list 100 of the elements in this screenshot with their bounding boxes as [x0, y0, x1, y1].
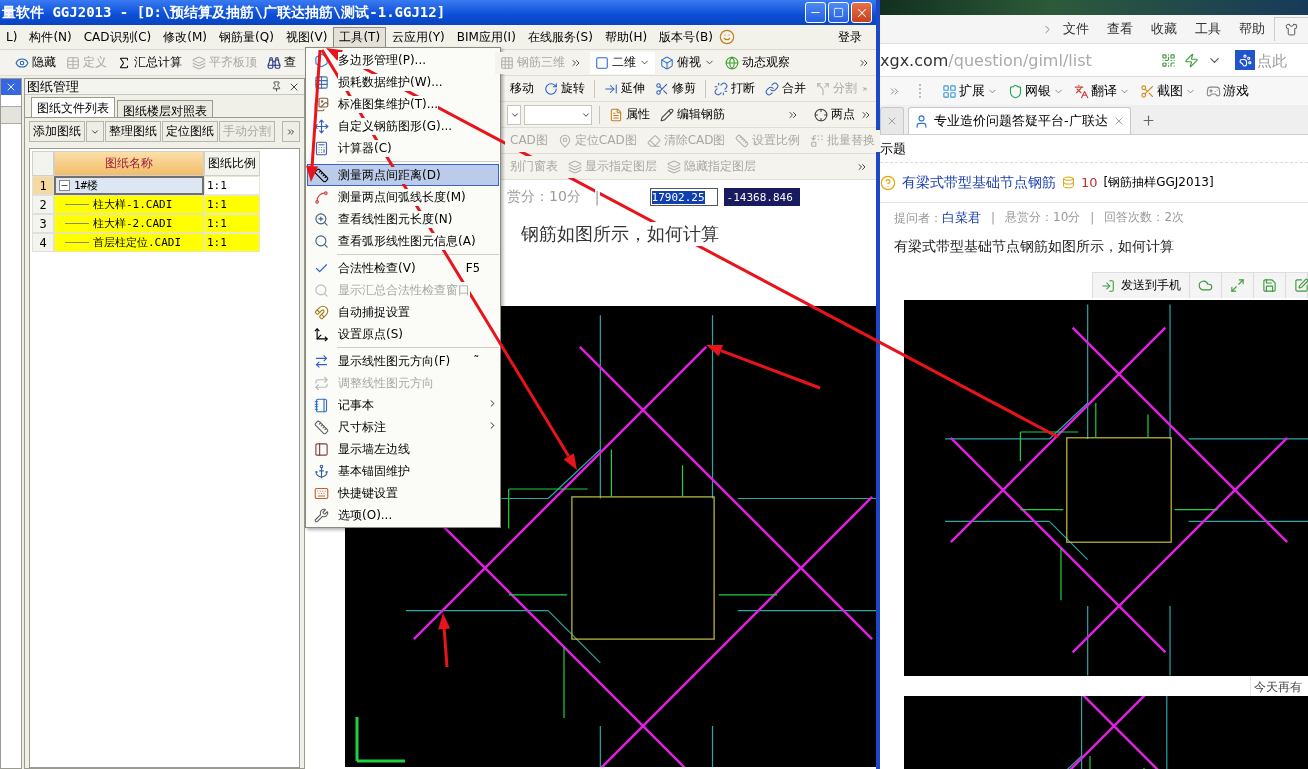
- menu-item[interactable]: 标准图集维护(T)...: [307, 93, 499, 115]
- y-coordinate-field[interactable]: -14368.846: [723, 188, 800, 206]
- broken-link-icon: [714, 81, 728, 96]
- menu-item[interactable]: 快捷键设置: [307, 482, 499, 504]
- menu-item[interactable]: 尺寸标注: [307, 416, 499, 438]
- menu-item[interactable]: 选项(O)...: [307, 504, 499, 526]
- lightning-icon: [1184, 52, 1199, 68]
- menu-item[interactable]: 查看: [1098, 20, 1142, 38]
- menu-item[interactable]: 计算器(C): [307, 137, 499, 159]
- dropdown-field[interactable]: [507, 104, 521, 125]
- close-icon: [886, 115, 898, 127]
- menu-item[interactable]: L): [0, 26, 24, 48]
- send-to-phone-button[interactable]: 发送到手机: [1093, 273, 1190, 298]
- eye-icon: [15, 55, 29, 70]
- document-icon: [609, 107, 623, 122]
- maximize-icon: [833, 7, 844, 18]
- menu-item[interactable]: 收藏: [1142, 20, 1186, 38]
- menu-item[interactable]: 视图(V): [279, 26, 334, 48]
- tree-row[interactable]: 首层柱定位.CADI: [54, 233, 204, 252]
- qr-code-icon: [1161, 52, 1176, 68]
- close-icon: [5, 81, 17, 93]
- menu-item[interactable]: 查看线性图元长度(N): [307, 208, 499, 230]
- collapse-toggle[interactable]: [59, 180, 70, 191]
- menu-item[interactable]: 工具(T): [333, 26, 387, 48]
- ruler-icon: [313, 419, 329, 435]
- menu-item[interactable]: 工具: [1186, 20, 1230, 38]
- magnifier-icon: [313, 233, 329, 249]
- layers-icon: [568, 159, 582, 174]
- column-header[interactable]: 图纸比例: [204, 151, 260, 176]
- menu-item[interactable]: 帮助: [1230, 20, 1274, 38]
- address-field[interactable]: xgx.com/question/giml/list: [880, 50, 1153, 70]
- bookmark-button[interactable]: 翻译: [1071, 82, 1133, 100]
- table-cell: 1:1: [204, 233, 260, 252]
- layers-icon: [192, 55, 206, 70]
- apps-icon: [942, 83, 957, 99]
- menu-item[interactable]: 云应用(Y): [386, 26, 451, 48]
- more-button[interactable]: [282, 121, 300, 142]
- minimize-button[interactable]: [805, 2, 826, 23]
- panel-tab[interactable]: 图纸文件列表: [31, 97, 115, 117]
- arrows-icon: [313, 353, 329, 369]
- anchor-icon: [313, 463, 329, 479]
- dropdown-field[interactable]: [524, 104, 592, 125]
- menu-item[interactable]: 修改(M): [157, 26, 213, 48]
- menu-item[interactable]: CAD识别(C): [77, 26, 158, 48]
- shield-icon: [1008, 83, 1023, 99]
- plus-icon: [1141, 113, 1157, 128]
- menu-item[interactable]: 显示墙左边线: [307, 438, 499, 460]
- menu-item[interactable]: 自动捕捉设置: [307, 301, 499, 323]
- menu-item[interactable]: 基本锚固维护: [307, 460, 499, 482]
- edit-icon: [1294, 278, 1308, 293]
- shirt-icon: [1285, 23, 1298, 36]
- category-tag: [钢筋抽样GGJ2013]: [1103, 174, 1214, 191]
- menu-item[interactable]: 构件(N): [23, 26, 78, 48]
- menu-item[interactable]: 损耗数据维护(W)...: [307, 71, 499, 93]
- layers-icon: [667, 159, 681, 174]
- login-link[interactable]: 登录: [834, 28, 866, 46]
- collapsed-tab[interactable]: [1, 106, 21, 124]
- panel-tab[interactable]: 图纸楼层对照表: [117, 100, 213, 117]
- header-corner: [32, 151, 54, 176]
- paw-icon[interactable]: [1235, 50, 1255, 70]
- toolbar-button[interactable]: 二维: [590, 51, 655, 74]
- notebook-icon: [313, 397, 329, 413]
- close-button[interactable]: [851, 2, 872, 23]
- menu-item[interactable]: 在线服务(S): [521, 26, 599, 48]
- column-header[interactable]: 图纸名称: [54, 151, 204, 176]
- menu-item[interactable]: BIM应用(I): [450, 26, 522, 48]
- reward-text: 赏分：10分: [507, 188, 581, 206]
- menu-item[interactable]: 自定义钢筋图形(G)...: [307, 115, 499, 137]
- panel-button[interactable]: 定位图纸: [162, 121, 218, 142]
- menu-item[interactable]: 帮助(H): [598, 26, 654, 48]
- tree-row[interactable]: 1#楼: [54, 176, 204, 195]
- menu-item[interactable]: 设置原点(S): [307, 323, 499, 345]
- menu-item[interactable]: 文件: [1054, 20, 1098, 38]
- row-number: 4: [32, 233, 54, 252]
- menu-item[interactable]: 合法性检查(V) F5: [307, 257, 499, 279]
- bookmark-button[interactable]: 游戏: [1203, 82, 1252, 100]
- extend-icon: [603, 81, 618, 96]
- panel-button[interactable]: 添加图纸: [29, 121, 85, 142]
- bookmark-button[interactable]: 截图: [1137, 82, 1199, 100]
- tree-row[interactable]: 柱大样-2.CADI: [54, 214, 204, 233]
- user-icon: [914, 113, 929, 129]
- bookmark-button[interactable]: 扩展: [939, 82, 1001, 100]
- browser-tab[interactable]: 专业造价问题答疑平台-广联达: [908, 107, 1131, 134]
- menu-item[interactable]: 版本号(B): [653, 26, 719, 48]
- panel-icon: [313, 441, 329, 457]
- menu-item[interactable]: 钢筋量(Q): [213, 26, 280, 48]
- tree-row[interactable]: 柱大样-1.CADI: [54, 195, 204, 214]
- dropdown-button[interactable]: [86, 121, 104, 142]
- panel-button[interactable]: 整理图纸: [105, 121, 161, 142]
- menu-item[interactable]: 显示线性图元方向(F) ˜: [307, 350, 499, 372]
- menu-item[interactable]: 测量两点间距离(D): [307, 164, 499, 186]
- rotate-icon: [544, 81, 558, 96]
- table-cell: 1:1: [204, 195, 260, 214]
- bookmark-button[interactable]: 网银: [1005, 82, 1067, 100]
- question-link[interactable]: 有梁式带型基础节点钢筋: [902, 173, 1056, 192]
- crosshair-icon: [814, 107, 828, 122]
- maximize-button[interactable]: [828, 2, 849, 23]
- x-coordinate-field[interactable]: 17902.25: [649, 188, 718, 206]
- row-number: 1: [32, 176, 54, 195]
- menu-item[interactable]: 记事本: [307, 394, 499, 416]
